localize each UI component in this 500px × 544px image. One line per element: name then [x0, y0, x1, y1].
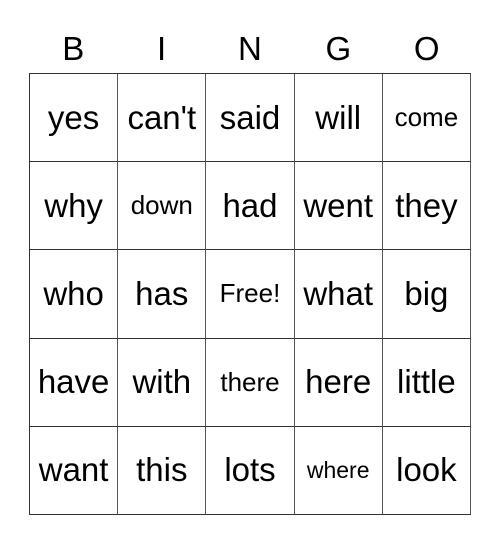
bingo-header: B I N G O: [29, 28, 471, 70]
bingo-cell[interactable]: here: [294, 338, 383, 427]
bingo-cell[interactable]: said: [206, 74, 295, 163]
header-letter-o: O: [413, 30, 440, 67]
header-letter-i: I: [157, 30, 167, 67]
bingo-cell[interactable]: want: [30, 426, 119, 515]
bingo-cell[interactable]: why: [30, 162, 119, 251]
bingo-cell[interactable]: with: [118, 338, 207, 427]
header-letter-g: G: [325, 30, 352, 67]
header-letter-b: B: [62, 30, 85, 67]
bingo-cell[interactable]: who: [30, 250, 119, 339]
bingo-cell[interactable]: had: [206, 162, 295, 251]
bingo-cell[interactable]: big: [382, 250, 471, 339]
bingo-cell[interactable]: what: [294, 250, 383, 339]
bingo-cell[interactable]: there: [206, 338, 295, 427]
bingo-cell[interactable]: down: [118, 162, 207, 251]
free-space-cell[interactable]: Free!: [206, 250, 295, 339]
bingo-cell[interactable]: can't: [118, 74, 207, 163]
bingo-cell[interactable]: where: [294, 426, 383, 515]
bingo-cell[interactable]: went: [294, 162, 383, 251]
header-letter-n: N: [238, 30, 262, 67]
bingo-cell[interactable]: they: [382, 162, 471, 251]
bingo-cell[interactable]: lots: [206, 426, 295, 515]
bingo-cell[interactable]: little: [382, 338, 471, 427]
bingo-cell[interactable]: will: [294, 74, 383, 163]
bingo-cell[interactable]: has: [118, 250, 207, 339]
bingo-cell[interactable]: this: [118, 426, 207, 515]
bingo-cell[interactable]: yes: [30, 74, 119, 163]
bingo-cell[interactable]: look: [382, 426, 471, 515]
bingo-cell[interactable]: come: [382, 74, 471, 163]
bingo-cell[interactable]: have: [30, 338, 119, 427]
bingo-grid: yes can't said will come why down had went they wh…: [29, 73, 471, 515]
